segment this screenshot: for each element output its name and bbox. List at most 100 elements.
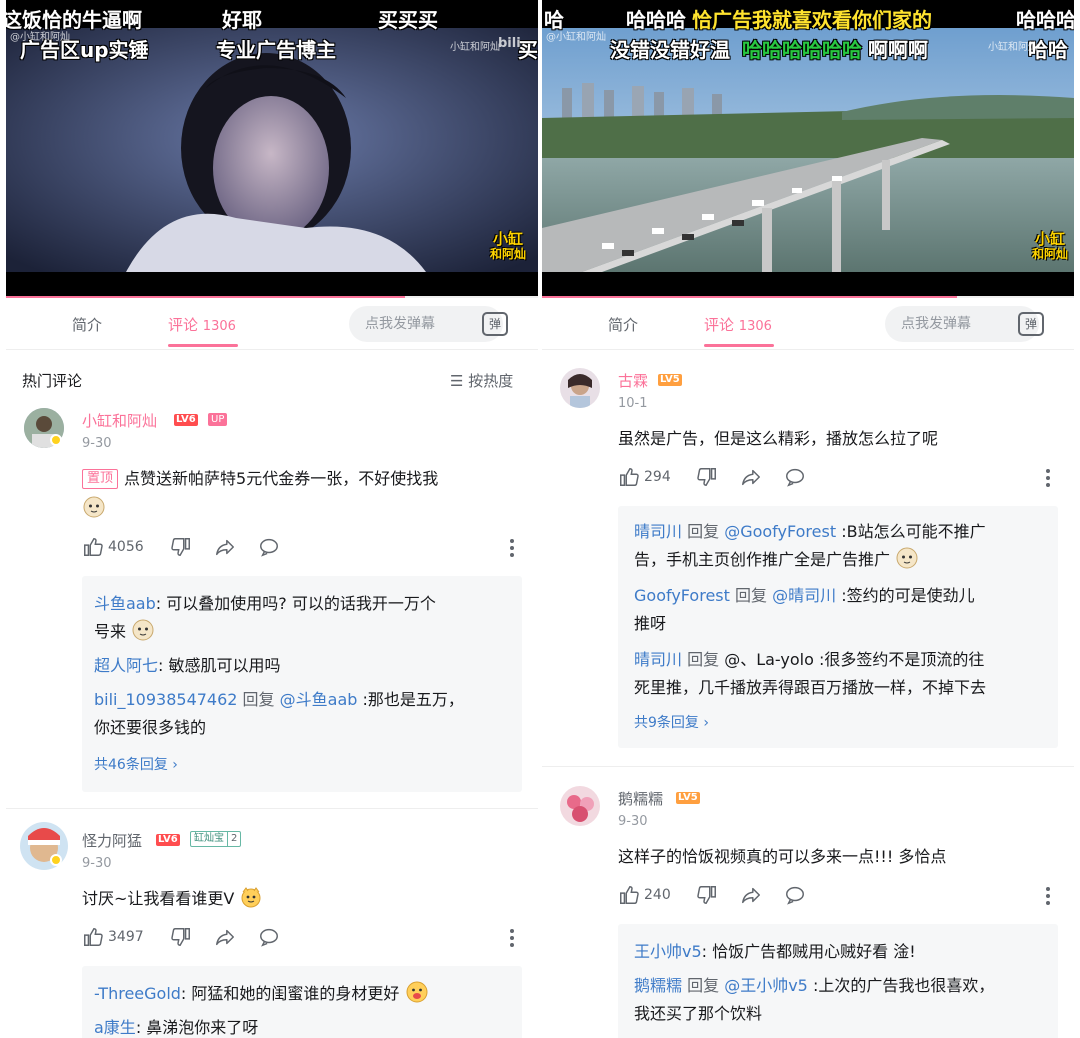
- reply-box: 斗鱼aab: 可以叠加使用吗? 可以的话我开一万个 号来 超人阿七: 敏感肌可以…: [82, 576, 522, 792]
- reply-username[interactable]: GoofyForest: [634, 586, 730, 605]
- reply-item[interactable]: 晴司川 回复 @、La-yolo :很多签约不是顶流的往 死里推，几千播放弄得跟…: [634, 646, 1054, 702]
- reply-item[interactable]: 鹅糯糯 回复 @王小帅v5 :上次的广告我也很喜欢， 我还买了那个饮料: [634, 972, 1054, 1028]
- danmaku-input[interactable]: 点我发弹幕: [349, 306, 503, 342]
- reply-text: 推呀: [634, 614, 667, 633]
- video-watermark: 小缸和阿灿: [450, 42, 500, 53]
- more-options-icon[interactable]: [1046, 887, 1050, 905]
- reply-mention[interactable]: @斗鱼aab: [280, 690, 358, 709]
- share-button[interactable]: [740, 466, 762, 488]
- more-options-icon[interactable]: [1046, 469, 1050, 487]
- reply-text: 你还要很多钱的: [94, 718, 207, 737]
- comment-actions: 294: [618, 466, 1058, 488]
- avatar[interactable]: [560, 368, 600, 408]
- like-count: 240: [644, 887, 671, 903]
- reply-item[interactable]: bili_10938547462 回复 @斗鱼aab :那也是五万， 你还要很多…: [94, 686, 514, 742]
- danmaku-input[interactable]: 点我发弹幕: [885, 306, 1039, 342]
- reply-item[interactable]: 晴司川 回复 @GoofyForest :B站怎么可能不推广 告，手机主页创作推…: [634, 518, 1054, 574]
- reply-username[interactable]: 鹅糯糯: [634, 976, 682, 995]
- dislike-button[interactable]: [696, 466, 718, 488]
- reply-mention[interactable]: @王小帅v5: [724, 976, 808, 995]
- reply-item[interactable]: GoofyForest 回复 @晴司川 :签约的可是使劲儿 推呀: [634, 582, 1054, 638]
- thumbs-down-icon: [697, 468, 716, 486]
- reply-item[interactable]: 超人阿七: 敏感肌可以用吗: [94, 652, 514, 680]
- avatar[interactable]: [560, 786, 600, 826]
- tab-comments[interactable]: 评论 1306: [168, 314, 236, 335]
- like-button[interactable]: 240: [618, 884, 671, 906]
- danmaku-text: 哈哈哈: [1016, 8, 1074, 32]
- fan-medal-name: 缸灿宝: [194, 833, 224, 844]
- view-all-replies-link[interactable]: 共46条回复 ›: [94, 754, 178, 774]
- reply-username[interactable]: -ThreeGold: [94, 984, 181, 1003]
- reply-mention[interactable]: @晴司川: [772, 586, 836, 605]
- video-frame[interactable]: [6, 28, 538, 272]
- reply-username[interactable]: 晴司川: [634, 650, 682, 669]
- share-icon: [742, 469, 760, 486]
- danmaku-toggle-button[interactable]: 弹: [482, 312, 508, 336]
- reply-username[interactable]: bili_10938547462: [94, 690, 237, 709]
- tab-comments[interactable]: 评论 1306: [704, 314, 772, 335]
- share-button[interactable]: [740, 884, 762, 906]
- reply-button[interactable]: [784, 466, 806, 488]
- view-all-replies-link[interactable]: 共9条回复 ›: [634, 712, 709, 732]
- comment-username[interactable]: 怪力阿猛: [82, 830, 142, 851]
- like-button[interactable]: 4056: [82, 536, 144, 558]
- comment-text: 虽然是广告，但是这么精彩，播放怎么拉了呢: [618, 424, 1058, 454]
- tab-bar: 简介 评论 1306 点我发弹幕 弹: [6, 298, 538, 350]
- more-options-icon[interactable]: [510, 929, 514, 947]
- pinned-tag: 置顶: [82, 469, 119, 489]
- right-screenshot-panel: 哈 哈哈哈 恰广告我就喜欢看你们家的 哈哈哈 没错没错好温 哈哈哈哈哈哈 啊啊啊…: [542, 0, 1074, 1038]
- tab-intro[interactable]: 简介: [72, 314, 102, 335]
- dog-emoji-icon: [896, 547, 918, 569]
- reply-mention[interactable]: @、La-yolo: [724, 650, 814, 669]
- comment-count: 1306: [202, 319, 236, 334]
- reply-item[interactable]: -ThreeGold: 阿猛和她的闺蜜谁的身材更好: [94, 980, 514, 1008]
- tab-underline: [704, 344, 774, 347]
- dislike-button[interactable]: [696, 884, 718, 906]
- video-frame[interactable]: [542, 28, 1074, 272]
- comment-date: 10-1: [618, 396, 648, 411]
- comment-divider: [542, 766, 1074, 767]
- reply-word: 回复: [729, 586, 773, 605]
- video-player[interactable]: 哈 哈哈哈 恰广告我就喜欢看你们家的 哈哈哈 没错没错好温 哈哈哈哈哈哈 啊啊啊…: [542, 0, 1074, 298]
- reply-button[interactable]: [258, 536, 280, 558]
- share-button[interactable]: [214, 536, 236, 558]
- dislike-button[interactable]: [170, 536, 192, 558]
- reply-item[interactable]: 王小帅v5: 恰饭广告都贼用心贼好看 淦!: [634, 938, 1054, 966]
- danmaku-text: 没错没错好温: [610, 38, 730, 62]
- video-player[interactable]: 这饭恰的牛逼啊 好耶 买买买 广告区up实锤 专业广告博主 买 @小缸和阿灿 小…: [6, 0, 538, 298]
- sort-button[interactable]: ☰ 按热度: [450, 370, 513, 391]
- comment-bubble-icon: [260, 928, 278, 947]
- dislike-button[interactable]: [170, 926, 192, 948]
- danmaku-toggle-button[interactable]: 弹: [1018, 312, 1044, 336]
- channel-logo: 小缸 和阿灿: [490, 232, 526, 262]
- drooling-emoji-icon: [406, 981, 427, 1003]
- reply-item[interactable]: a康生: 鼻涕泡你来了呀: [94, 1014, 514, 1038]
- reply-mention[interactable]: @GoofyForest: [724, 522, 836, 541]
- thumbs-down-icon: [171, 928, 190, 946]
- comment-username[interactable]: 小缸和阿灿: [82, 410, 157, 431]
- cat-emoji-icon: [241, 887, 261, 908]
- comment-bubble-icon: [786, 468, 804, 487]
- reply-username[interactable]: a康生: [94, 1018, 136, 1037]
- share-icon: [216, 539, 234, 556]
- reply-username[interactable]: 超人阿七: [94, 656, 158, 675]
- comment-username[interactable]: 古霖: [618, 370, 648, 391]
- reply-username[interactable]: 斗鱼aab: [94, 594, 156, 613]
- like-button[interactable]: 3497: [82, 926, 144, 948]
- comment-username[interactable]: 鹅糯糯: [618, 788, 663, 809]
- reply-item[interactable]: 斗鱼aab: 可以叠加使用吗? 可以的话我开一万个 号来: [94, 590, 514, 646]
- channel-logo-line: 小缸: [1035, 230, 1066, 248]
- like-button[interactable]: 294: [618, 466, 671, 488]
- reply-word: 回复: [682, 650, 725, 669]
- reply-button[interactable]: [258, 926, 280, 948]
- reply-username[interactable]: 王小帅v5: [634, 942, 702, 961]
- tab-intro[interactable]: 简介: [608, 314, 638, 335]
- reply-username[interactable]: 晴司川: [634, 522, 682, 541]
- share-button[interactable]: [214, 926, 236, 948]
- more-options-icon[interactable]: [510, 539, 514, 557]
- reply-button[interactable]: [784, 884, 806, 906]
- reply-text: : 可以叠加使用吗? 可以的话我开一万个: [155, 594, 436, 613]
- danmaku-text: 恰广告我就喜欢看你们家的: [692, 8, 932, 32]
- comment-actions: 4056: [82, 536, 522, 558]
- comment-actions: 3497: [82, 926, 522, 948]
